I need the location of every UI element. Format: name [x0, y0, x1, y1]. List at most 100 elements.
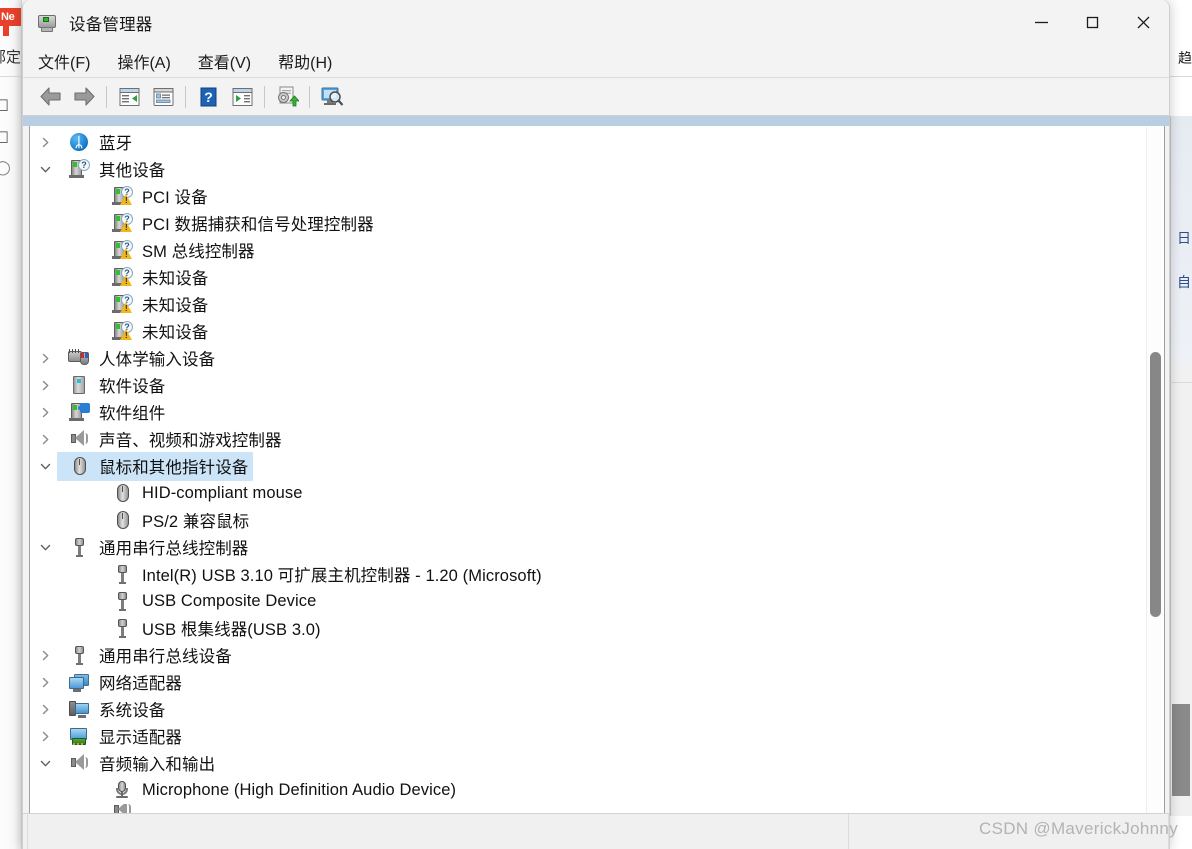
tree-item-label: 系统设备 [99, 702, 166, 720]
tree-item[interactable]: 声音、视频和游戏控制器 [30, 426, 1164, 453]
network-adapter-icon [68, 672, 90, 693]
chevron-right-icon[interactable] [38, 405, 53, 420]
tree-item[interactable]: 通用串行总线设备 [30, 642, 1164, 669]
unknown-device-warning-icon: ?! [111, 185, 133, 207]
tree-item[interactable]: HID-compliant mouse [30, 480, 1164, 507]
forward-icon[interactable] [67, 82, 101, 112]
tree-item[interactable]: 系统设备 [30, 696, 1164, 723]
tree-item[interactable]: ?! PCI 设备 [30, 183, 1164, 210]
background-right-dark-block [1172, 704, 1190, 796]
scrollbar-thumb[interactable] [1150, 352, 1161, 617]
tree-item-content: ?! 未知设备 [100, 317, 213, 346]
background-square-icon-2: □ [0, 128, 7, 147]
toolbar-separator-2 [185, 85, 186, 108]
usb-icon [111, 564, 133, 585]
chevron-right-icon[interactable] [38, 648, 53, 663]
unknown-device-warning-icon: ?! [111, 239, 133, 261]
tree-item-content: USB Composite Device [100, 589, 321, 615]
tree-item[interactable]: ᛦ 蓝牙 [30, 129, 1164, 156]
tree-item[interactable]: Intel(R) USB 3.10 可扩展主机控制器 - 1.20 (Micro… [30, 561, 1164, 588]
tree-item[interactable]: PS/2 兼容鼠标 [30, 507, 1164, 534]
tree-item-content: 系统设备 [57, 695, 170, 724]
background-right-text-1: 日 [1177, 230, 1191, 246]
chevron-down-icon[interactable] [38, 756, 53, 771]
tree-item[interactable]: 软件设备 [30, 372, 1164, 399]
tree-item-label: 未知设备 [142, 270, 209, 288]
chevron-right-icon[interactable] [38, 378, 53, 393]
tree-item-content: 网络适配器 [57, 668, 187, 697]
toolbar: ? [23, 78, 1169, 116]
tree-item[interactable]: 显示适配器 [30, 723, 1164, 750]
chevron-right-icon[interactable] [38, 432, 53, 447]
chevron-right-icon[interactable] [38, 135, 53, 150]
notification-badge-tail [3, 26, 9, 36]
device-tree-panel: ᛦ 蓝牙? 其他设备?! PCI 设备 ?! PCI 数据捕获和信号处理控制器?! SM 总… [29, 126, 1165, 819]
tree-item[interactable]: Microphone (High Definition Audio Device… [30, 777, 1164, 804]
speaker-icon [68, 753, 90, 774]
menu-action[interactable]: 操作(A) [117, 47, 185, 75]
tree-item-content: 软件设备 [57, 371, 170, 400]
properties-icon[interactable] [146, 82, 180, 112]
tree-item-content: ?! 未知设备 [100, 263, 213, 292]
menu-view[interactable]: 查看(V) [198, 47, 266, 75]
tree-item-label: PS/2 兼容鼠标 [142, 513, 250, 531]
minimize-button[interactable] [1016, 0, 1067, 45]
microphone-icon [111, 780, 133, 801]
tree-item-label: 蓝牙 [99, 135, 133, 153]
tree-item[interactable]: ?! 未知设备 [30, 291, 1164, 318]
show-hidden-devices-icon[interactable] [315, 82, 349, 112]
tree-item[interactable]: ? 其他设备 [30, 156, 1164, 183]
tree-item[interactable]: ?! SM 总线控制器 [30, 237, 1164, 264]
show-hide-console-tree-icon[interactable] [112, 82, 146, 112]
tree-item-content: ?! PCI 设备 [100, 182, 213, 211]
update-driver-icon[interactable] [270, 82, 304, 112]
tree-item-label: 软件设备 [99, 378, 166, 396]
tree-item-content: ?! 未知设备 [100, 290, 213, 319]
tree-item-label: 网络适配器 [99, 675, 182, 693]
chevron-down-icon[interactable] [38, 459, 53, 474]
tree-item[interactable]: 软件组件 [30, 399, 1164, 426]
tree-item[interactable]: ?! PCI 数据捕获和信号处理控制器 [30, 210, 1164, 237]
device-manager-icon [36, 12, 58, 34]
device-tree[interactable]: ᛦ 蓝牙? 其他设备?! PCI 设备 ?! PCI 数据捕获和信号处理控制器?! SM 总… [30, 126, 1164, 818]
tree-item[interactable]: ?! 未知设备 [30, 264, 1164, 291]
tree-item[interactable]: USB Composite Device [30, 588, 1164, 615]
chevron-right-icon[interactable] [38, 351, 53, 366]
background-left-divider [0, 76, 21, 77]
tree-item-label: 未知设备 [142, 297, 209, 315]
tree-item[interactable]: 音频输入和输出 [30, 750, 1164, 777]
status-bar [23, 813, 1169, 849]
tree-item[interactable]: ?! 未知设备 [30, 318, 1164, 345]
back-icon[interactable] [33, 82, 67, 112]
chevron-right-icon[interactable] [38, 702, 53, 717]
tree-item-content: HID-compliant mouse [100, 481, 308, 507]
vertical-scrollbar[interactable] [1146, 127, 1163, 817]
tree-item-label: Microphone (High Definition Audio Device… [142, 780, 457, 799]
menu-file[interactable]: 文件(F) [38, 47, 105, 75]
tree-item[interactable]: 鼠标和其他指针设备 [30, 452, 1164, 481]
help-icon[interactable]: ? [191, 82, 225, 112]
chevron-right-icon[interactable] [38, 729, 53, 744]
scan-for-hardware-changes-icon[interactable] [225, 82, 259, 112]
tree-item[interactable]: 通用串行总线控制器 [30, 534, 1164, 561]
maximize-button[interactable] [1067, 0, 1118, 45]
chevron-down-icon[interactable] [38, 540, 53, 555]
chevron-down-icon[interactable] [38, 162, 53, 177]
close-button[interactable] [1118, 0, 1169, 45]
tree-item-content: 音频输入和输出 [57, 749, 220, 778]
tree-item[interactable]: 网络适配器 [30, 669, 1164, 696]
tree-item[interactable]: USB 根集线器(USB 3.0) [30, 615, 1164, 642]
unknown-device-group-icon: ? [68, 158, 90, 180]
chevron-right-icon[interactable] [38, 675, 53, 690]
tree-item-content: 声音、视频和游戏控制器 [57, 425, 287, 454]
unknown-device-warning-icon: ?! [111, 293, 133, 315]
menu-help[interactable]: 帮助(H) [278, 47, 347, 75]
tree-item-label: PCI 设备 [142, 189, 208, 207]
screen: Ne 部定 □ □ ◯ 趋 日 自 设备管理器 [0, 0, 1192, 849]
unknown-device-warning-icon: ?! [111, 212, 133, 234]
tree-item-content: 通用串行总线控制器 [57, 533, 253, 562]
mouse-icon [68, 456, 90, 477]
mouse-icon [111, 510, 133, 531]
tree-item[interactable]: 人体学输入设备 [30, 345, 1164, 372]
tree-item-label: 鼠标和其他指针设备 [99, 459, 249, 477]
